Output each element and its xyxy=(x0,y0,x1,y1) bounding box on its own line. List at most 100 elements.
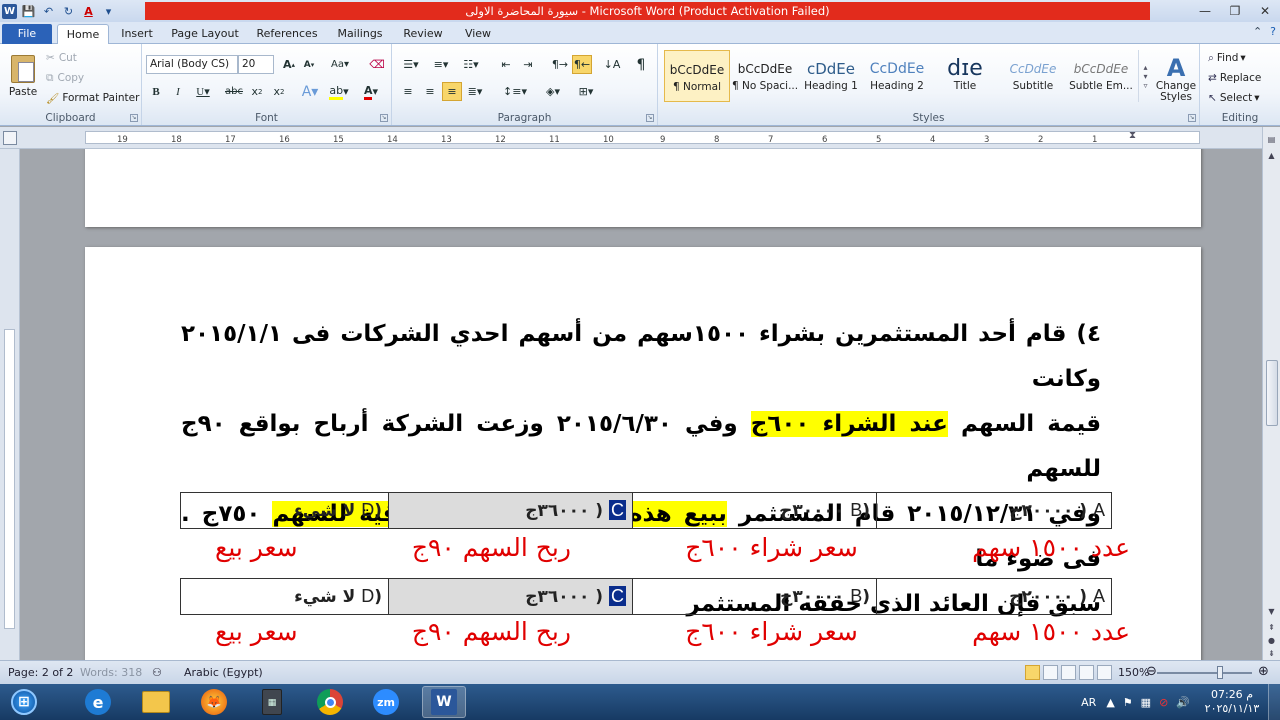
scroll-up-icon[interactable]: ▲ xyxy=(1265,149,1278,162)
next-page-icon[interactable]: ⇟ xyxy=(1265,647,1278,660)
answer-cell-c[interactable]: ٣٦٠٠٠ج ) C xyxy=(388,578,633,615)
power-icon[interactable]: ⊘ xyxy=(1159,696,1168,709)
decrease-indent-icon[interactable]: ⇤ xyxy=(496,55,516,74)
help-icon[interactable]: ? xyxy=(1270,25,1276,38)
font-name-combo[interactable]: Arial (Body CS) xyxy=(146,55,238,74)
style-normal[interactable]: bCcDdEe ¶ Normal xyxy=(664,50,730,102)
taskbar-firefox[interactable]: 🦊 xyxy=(192,686,236,718)
font-color-icon[interactable]: A ▾ xyxy=(358,82,384,101)
format-painter-button[interactable]: 🖌 Format Painter xyxy=(46,90,139,106)
text-effects-icon[interactable]: A▾ xyxy=(298,82,322,101)
show-marks-icon[interactable]: ¶ xyxy=(632,55,650,74)
style-subtle-emphasis[interactable]: bCcDdEe Subtle Em... xyxy=(1068,50,1134,102)
zoom-in-icon[interactable]: ⊕ xyxy=(1258,664,1269,679)
clipboard-launcher-icon[interactable]: ↘ xyxy=(130,114,138,122)
paragraph-launcher-icon[interactable]: ↘ xyxy=(646,114,654,122)
show-desktop-button[interactable] xyxy=(1268,684,1280,720)
outline-icon[interactable] xyxy=(1079,665,1094,680)
view-ruler-icon[interactable]: ▤ xyxy=(1265,133,1278,146)
underline-button[interactable]: U▾ xyxy=(192,82,214,101)
network-icon[interactable]: ▦ xyxy=(1141,696,1151,709)
bullets-icon[interactable]: ☰▾ xyxy=(398,55,424,74)
zoom-level[interactable]: 150% xyxy=(1118,666,1149,679)
language-indicator[interactable]: Arabic (Egypt) xyxy=(184,666,263,679)
line-spacing-icon[interactable]: ↕≡▾ xyxy=(502,82,528,101)
styles-scroll-icon[interactable]: ▴ ▾ ▿ xyxy=(1138,50,1152,102)
answer-cell-d[interactable]: لا شيء D) xyxy=(180,492,389,529)
page-count[interactable]: Page: 2 of 2 xyxy=(8,666,73,679)
tab-insert[interactable]: Insert xyxy=(118,24,156,44)
zoom-out-icon[interactable]: ⊖ xyxy=(1146,664,1157,679)
minimize-button[interactable]: — xyxy=(1190,0,1220,22)
font-launcher-icon[interactable]: ↘ xyxy=(380,114,388,122)
ruler-bar[interactable]: 19 18 17 16 15 14 13 12 11 10 9 8 7 6 5 … xyxy=(85,130,1200,145)
tab-view[interactable]: View xyxy=(460,24,496,44)
page-1[interactable] xyxy=(85,149,1201,227)
customize-qat-icon[interactable]: ▾ xyxy=(100,3,117,20)
zoom-slider[interactable] xyxy=(1157,672,1252,674)
taskbar-calculator[interactable]: ▦ xyxy=(250,686,294,718)
tab-mailings[interactable]: Mailings xyxy=(334,24,386,44)
shrink-font-icon[interactable]: A ▾ xyxy=(300,55,318,74)
copy-button[interactable]: ⧉ Copy xyxy=(46,70,84,86)
full-screen-reading-icon[interactable] xyxy=(1043,665,1058,680)
justify-icon[interactable]: ≣▾ xyxy=(464,82,486,101)
tab-references[interactable]: References xyxy=(254,24,320,44)
clock[interactable]: 07:26 م ٢٠٢٥/١١/١٣ xyxy=(1196,688,1268,716)
tab-review[interactable]: Review xyxy=(400,24,446,44)
subscript-button[interactable]: x2 xyxy=(248,82,266,101)
indent-marker-icon[interactable]: ⧗ xyxy=(1129,130,1136,141)
style-subtitle[interactable]: CcDdEe Subtitle xyxy=(1000,50,1066,102)
tab-page-layout[interactable]: Page Layout xyxy=(170,24,240,44)
numbering-icon[interactable]: ≡▾ xyxy=(428,55,454,74)
tab-file[interactable]: File xyxy=(2,24,52,44)
close-button[interactable]: ✕ xyxy=(1250,0,1280,22)
align-right-icon[interactable]: ≡ xyxy=(442,82,462,101)
superscript-button[interactable]: x2 xyxy=(270,82,288,101)
italic-button[interactable]: I xyxy=(170,82,186,101)
change-styles-button[interactable]: A Change Styles xyxy=(1154,48,1198,110)
style-heading-2[interactable]: CcDdEe Heading 2 xyxy=(864,50,930,102)
bold-button[interactable]: B xyxy=(148,82,164,101)
style-heading-1[interactable]: cDdEe Heading 1 xyxy=(798,50,864,102)
sort-icon[interactable]: ↓A xyxy=(602,55,622,74)
flag-icon[interactable]: ⚑ xyxy=(1123,696,1133,709)
style-no-spacing[interactable]: bCcDdEe ¶ No Spaci... xyxy=(732,50,798,102)
print-layout-icon[interactable] xyxy=(1025,665,1040,680)
start-button[interactable]: ⊞ xyxy=(2,686,46,718)
redo-icon[interactable]: ↻ xyxy=(60,3,77,20)
strikethrough-button[interactable]: abc xyxy=(224,82,244,101)
tray-expand-icon[interactable]: ▲ xyxy=(1106,696,1114,709)
align-center-icon[interactable]: ≡ xyxy=(420,82,440,101)
rtl-icon[interactable]: ¶← xyxy=(572,55,592,74)
tab-home[interactable]: Home xyxy=(57,24,109,44)
web-layout-icon[interactable] xyxy=(1061,665,1076,680)
previous-page-icon[interactable]: ⇞ xyxy=(1265,621,1278,634)
multilevel-list-icon[interactable]: ☷▾ xyxy=(458,55,484,74)
find-button[interactable]: ⌕ Find ▾ xyxy=(1208,50,1246,66)
save-icon[interactable]: 💾 xyxy=(20,3,37,20)
taskbar-ie[interactable]: e xyxy=(76,686,120,718)
increase-indent-icon[interactable]: ⇥ xyxy=(518,55,538,74)
taskbar-zoom[interactable]: zm xyxy=(364,686,408,718)
taskbar-word[interactable]: W xyxy=(422,686,466,718)
page-2[interactable]: ٤) قام أحد المستثمرين بشراء ١٥٠٠سهم من أ… xyxy=(85,247,1201,660)
taskbar-explorer[interactable] xyxy=(134,686,178,718)
change-case-icon[interactable]: Aa▾ xyxy=(328,55,352,74)
paste-button[interactable]: Paste xyxy=(6,48,40,104)
grow-font-icon[interactable]: A ▴ xyxy=(280,55,298,74)
input-language[interactable]: AR xyxy=(1081,696,1096,709)
restore-button[interactable]: ❐ xyxy=(1220,0,1250,22)
undo-icon[interactable]: ↶ xyxy=(40,3,57,20)
answer-cell-d[interactable]: لا شيء D) xyxy=(180,578,389,615)
taskbar-chrome[interactable] xyxy=(308,686,352,718)
zoom-slider-handle[interactable] xyxy=(1217,666,1223,679)
volume-icon[interactable]: 🔊 xyxy=(1176,696,1190,709)
style-title[interactable]: dɪe Title xyxy=(932,50,998,102)
answer-cell-a[interactable]: ٢٠٠٠٠ج ) A xyxy=(876,578,1112,615)
draft-icon[interactable] xyxy=(1097,665,1112,680)
cut-button[interactable]: ✂ Cut xyxy=(46,50,77,66)
borders-icon[interactable]: ⊞▾ xyxy=(572,82,600,101)
minimize-ribbon-icon[interactable]: ⌃ xyxy=(1253,25,1262,38)
word-count[interactable]: Words: 318 xyxy=(80,666,142,679)
